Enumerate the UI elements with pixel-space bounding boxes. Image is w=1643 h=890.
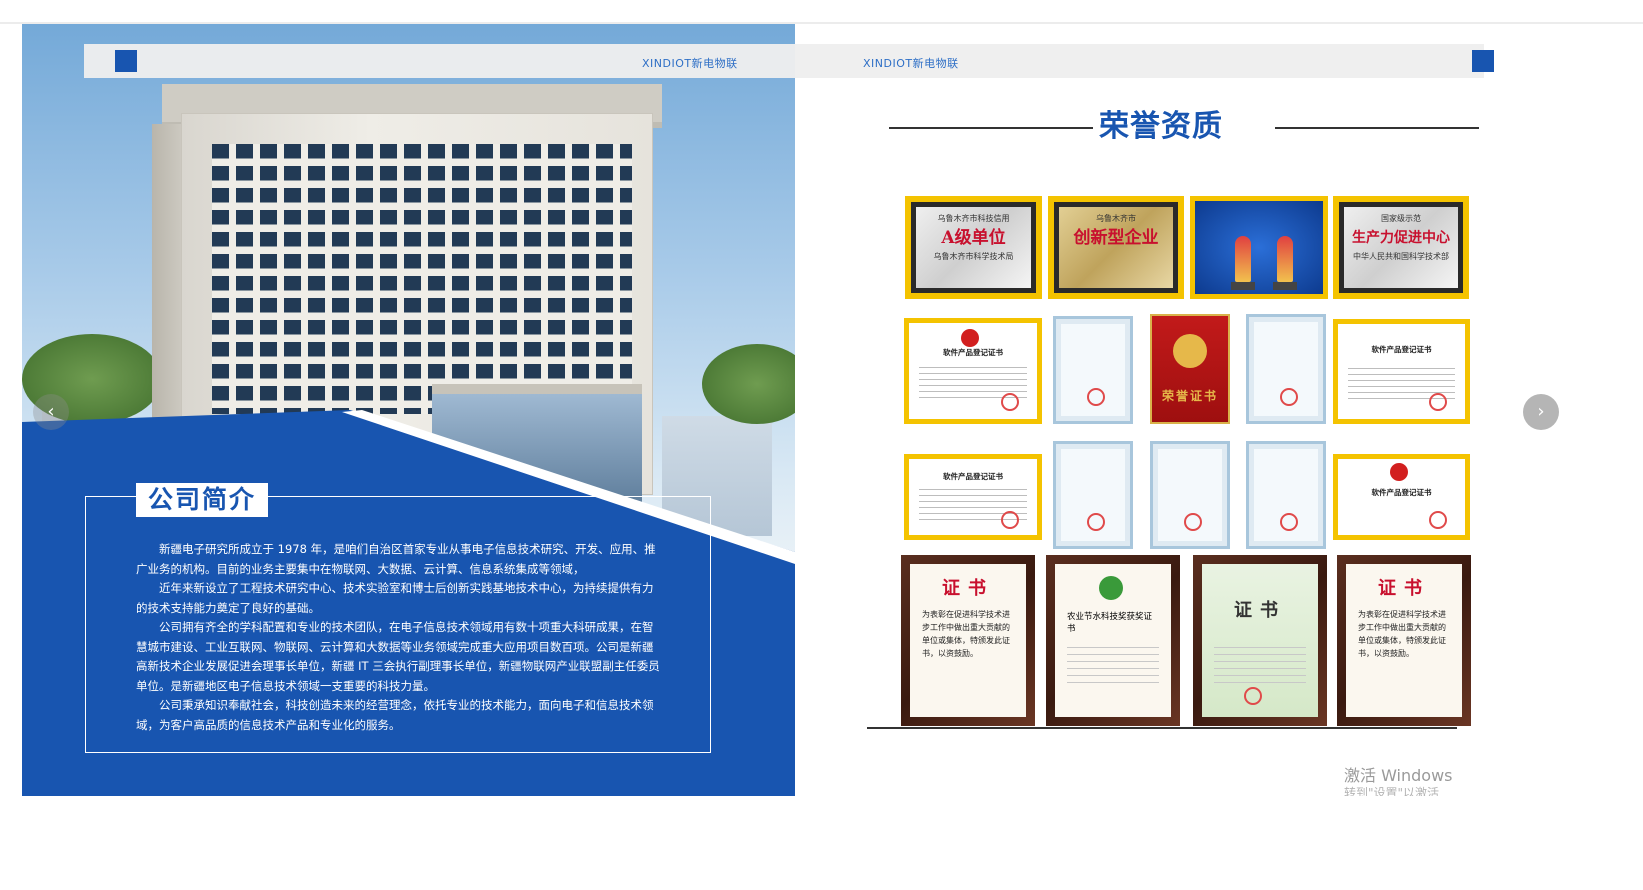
intro-paragraph: 公司秉承知识奉献社会，科技创造未来的经营理念，依托专业的技术能力，面向电子和信息… — [136, 698, 654, 732]
seal-icon — [1280, 388, 1298, 406]
certificate-body: 为表彰在促进科学技术进步工作中做出重大贡献的单位或集体，特颁发此证书，以资鼓励。 — [922, 610, 1010, 658]
software-certificate: 软件产品登记证书 — [1333, 319, 1470, 424]
framed-certificate-water-saving: 农业节水科技奖获奖证书 — [1046, 555, 1180, 726]
certificate-title: 软件产品登记证书 — [1371, 488, 1432, 497]
seal-icon — [1429, 511, 1447, 529]
previous-page-button[interactable]: ‹ — [33, 394, 69, 430]
company-intro-heading: 公司简介 — [136, 483, 268, 517]
intro-paragraph: 新疆电子研究所成立于 1978 年，是咱们自治区首家专业从事电子信息技术研究、开… — [136, 542, 656, 576]
next-page-button[interactable]: › — [1523, 394, 1559, 430]
certificate-title: 证书 — [942, 578, 994, 599]
certificate-title: 农业节水科技奖获奖证书 — [1067, 612, 1153, 634]
seal-icon — [1244, 687, 1262, 705]
seal-icon — [1001, 511, 1019, 529]
certificate-body: 为表彰在促进科学技术进步工作中做出重大贡献的单位或集体，特颁发此证书，以资鼓励。 — [1358, 610, 1446, 658]
certificate-title: 证书 — [1234, 600, 1286, 621]
software-certificate: 软件产品登记证书 — [904, 318, 1042, 424]
copyright-certificate — [1246, 441, 1326, 549]
brand-logo-right: XINDIOT新电物联 — [863, 57, 959, 70]
plaque-a-level: 乌鲁木齐市科技信用 A级单位 乌鲁木齐市科学技术局 — [905, 196, 1042, 299]
emblem-icon — [961, 329, 979, 347]
certificate-title: 软件产品登记证书 — [943, 472, 1003, 481]
chevron-left-icon: ‹ — [47, 401, 55, 422]
header-square — [1472, 50, 1494, 72]
trophy-photo — [1190, 196, 1328, 299]
copyright-certificate — [1053, 316, 1133, 424]
plaque-bottom-text: 中华人民共和国科学技术部 — [1353, 252, 1449, 261]
seal-icon — [1087, 513, 1105, 531]
activation-watermark: 激活 Windows — [1344, 766, 1453, 785]
header-strip — [84, 44, 1484, 78]
framed-certificate: 证书 为表彰在促进科学技术进步工作中做出重大贡献的单位或集体，特颁发此证书，以资… — [901, 555, 1035, 726]
seal-icon — [1087, 388, 1105, 406]
plaque-top-text: 乌鲁木齐市科技信用 — [937, 214, 1010, 223]
plaque-top-text: 乌鲁木齐市 — [1096, 214, 1136, 223]
plaque-bottom-text: 乌鲁木齐市科学技术局 — [933, 252, 1014, 261]
certificate-title: 证书 — [1378, 578, 1430, 599]
cover-text: 荣誉证书 — [1161, 389, 1218, 403]
software-certificate: 软件产品登记证书 — [904, 454, 1042, 540]
copyright-certificate — [1246, 314, 1326, 424]
bottom-rule — [867, 727, 1457, 729]
trophy-icon — [1273, 236, 1297, 290]
plaque-top-text: 国家级示范 — [1381, 214, 1421, 223]
intro-paragraph: 公司拥有齐全的学科配置和专业的技术团队，在电子信息技术领域用有数十项重大科研成果… — [136, 620, 660, 693]
seal-icon — [1280, 513, 1298, 531]
company-intro-text: 新疆电子研究所成立于 1978 年，是咱们自治区首家专业从事电子信息技术研究、开… — [136, 540, 660, 735]
intro-paragraph: 近年来新设立了工程技术研究中心、技术实验室和博士后创新实践基地技术中心，为持续提… — [136, 581, 654, 615]
trophy-icon — [1231, 236, 1255, 290]
leaf-icon — [1099, 576, 1123, 600]
emblem-icon — [1173, 334, 1207, 368]
header-square — [115, 50, 137, 72]
certificate-title: 软件产品登记证书 — [943, 348, 1003, 357]
plaque-main-text: 生产力促进中心 — [1352, 230, 1450, 246]
seal-icon — [1429, 393, 1447, 411]
plaque-main-text: 创新型企业 — [1073, 228, 1159, 248]
seal-icon — [1001, 393, 1019, 411]
activation-watermark-subtext: 转到"设置"以激活 Windows。 — [1344, 786, 1440, 796]
emblem-icon — [1390, 463, 1408, 481]
framed-certificate: 证书 — [1193, 555, 1327, 726]
chevron-right-icon: › — [1537, 401, 1545, 422]
title-rule-left — [889, 127, 1093, 129]
plaque-main-text: A级单位 — [941, 228, 1006, 248]
title-rule-right — [1275, 127, 1479, 129]
copyright-certificate — [1053, 441, 1133, 549]
brand-logo-left: XINDIOT新电物联 — [642, 57, 738, 70]
certificate-title: 软件产品登记证书 — [1371, 345, 1432, 354]
framed-certificate: 证书 为表彰在促进科学技术进步工作中做出重大贡献的单位或集体，特颁发此证书，以资… — [1337, 555, 1471, 726]
plaque-innovative-enterprise: 乌鲁木齐市 创新型企业 — [1048, 196, 1184, 299]
software-certificate: 软件产品登记证书 — [1333, 454, 1470, 540]
honor-certificate-cover: 荣誉证书 — [1150, 314, 1230, 424]
seal-icon — [1184, 513, 1202, 531]
honors-title: 荣誉资质 — [1099, 109, 1223, 144]
copyright-certificate — [1150, 441, 1230, 549]
plaque-productivity-center: 国家级示范 生产力促进中心 中华人民共和国科学技术部 — [1333, 196, 1469, 299]
